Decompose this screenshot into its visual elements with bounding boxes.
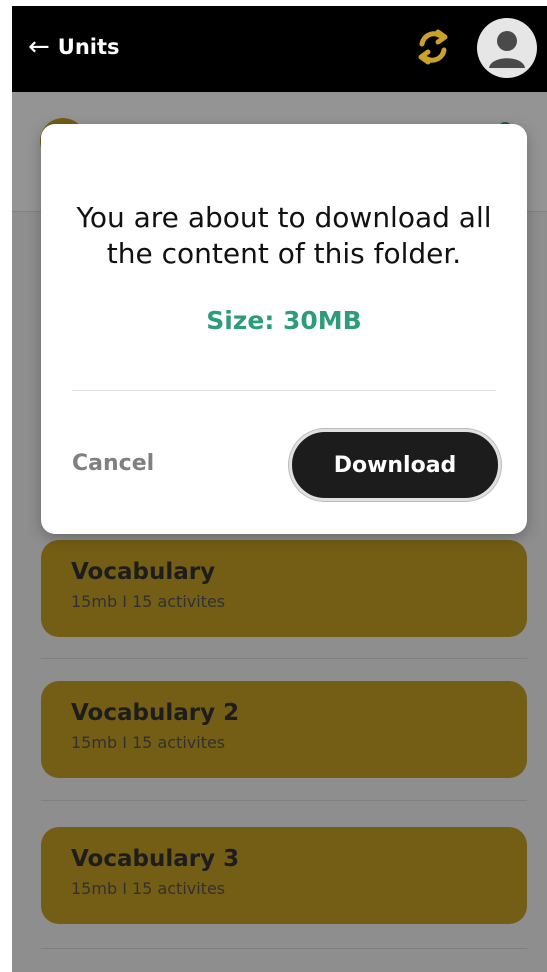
cancel-button[interactable]: Cancel xyxy=(72,451,154,476)
app-screen: ← Units Vocabulary 15mb I 15 activites V… xyxy=(12,6,547,972)
download-button[interactable]: Download xyxy=(289,429,501,501)
dialog-divider xyxy=(72,390,496,391)
user-avatar-icon xyxy=(489,31,525,68)
sync-icon xyxy=(418,29,448,65)
top-bar: ← Units xyxy=(12,6,547,92)
download-dialog: You are about to download all the conten… xyxy=(41,124,527,534)
back-button[interactable]: ← Units xyxy=(28,32,120,62)
download-size: Size: 30MB xyxy=(206,306,362,335)
back-arrow-icon: ← xyxy=(28,32,50,62)
profile-avatar[interactable] xyxy=(477,18,537,78)
dialog-message: You are about to download all the conten… xyxy=(76,201,492,270)
sync-button[interactable] xyxy=(412,26,454,68)
page-title: Units xyxy=(57,35,120,59)
